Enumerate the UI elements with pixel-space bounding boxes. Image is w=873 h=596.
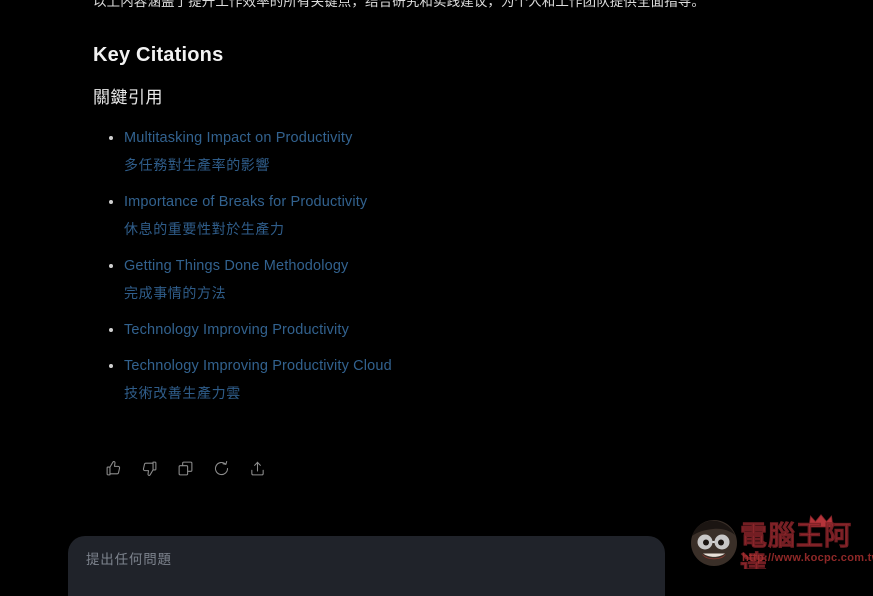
bullet-marker: [109, 328, 113, 332]
citation-link[interactable]: Technology Improving Productivity: [124, 320, 653, 341]
watermark: 電腦王阿達 http://www.kocpc.com.tw: [686, 512, 873, 569]
thumbs-down-button[interactable]: [136, 455, 162, 481]
answer-summary-line: 以上内容涵盖了提升工作效率的所有关键点，结合研究和实践建议，为个人和工作团队提供…: [93, 0, 705, 9]
citation-link[interactable]: Importance of Breaks for Productivity: [124, 192, 653, 213]
copy-icon: [178, 461, 192, 475]
citation-subtitle: 多任務對生產率的影響: [124, 157, 270, 173]
watermark-url: http://www.kocpc.com.tw: [742, 552, 873, 564]
key-citations-heading-chinese: 關鍵引用: [93, 88, 163, 107]
citation-link[interactable]: Technology Improving Productivity Cloud: [124, 356, 653, 377]
list-item: Multitasking Impact on Productivity 多任務對…: [93, 128, 653, 176]
bullet-marker: [109, 136, 113, 140]
regenerate-icon: [214, 460, 228, 475]
key-citations-heading: Key Citations: [93, 44, 224, 66]
share-button[interactable]: [244, 455, 270, 481]
thumbs-up-button[interactable]: [100, 455, 126, 481]
citation-subtitle: 完成事情的方法: [124, 285, 227, 301]
citation-link[interactable]: Getting Things Done Methodology: [124, 256, 653, 277]
message-action-bar: [100, 455, 270, 481]
bullet-marker: [109, 200, 113, 204]
thumbs-up-icon: [106, 460, 120, 475]
mascot-face-icon: [691, 520, 737, 566]
bullet-marker: [109, 364, 113, 368]
chat-composer[interactable]: 提出任何問題: [68, 536, 665, 596]
citation-subtitle: 休息的重要性對於生產力: [124, 221, 285, 237]
citation-list: Multitasking Impact on Productivity 多任務對…: [93, 128, 653, 420]
list-item: Getting Things Done Methodology 完成事情的方法: [93, 256, 653, 304]
list-item: Technology Improving Productivity: [93, 320, 653, 341]
chat-input-placeholder[interactable]: 提出任何問題: [86, 550, 647, 570]
citation-link[interactable]: Multitasking Impact on Productivity: [124, 128, 653, 149]
citation-subtitle: 技術改善生產力雲: [124, 385, 241, 401]
bullet-marker: [109, 264, 113, 268]
thumbs-down-icon: [142, 461, 156, 476]
regenerate-button[interactable]: [208, 455, 234, 481]
list-item: Technology Improving Productivity Cloud …: [93, 356, 653, 404]
share-icon: [250, 461, 264, 475]
copy-button[interactable]: [172, 455, 198, 481]
list-item: Importance of Breaks for Productivity 休息…: [93, 192, 653, 240]
